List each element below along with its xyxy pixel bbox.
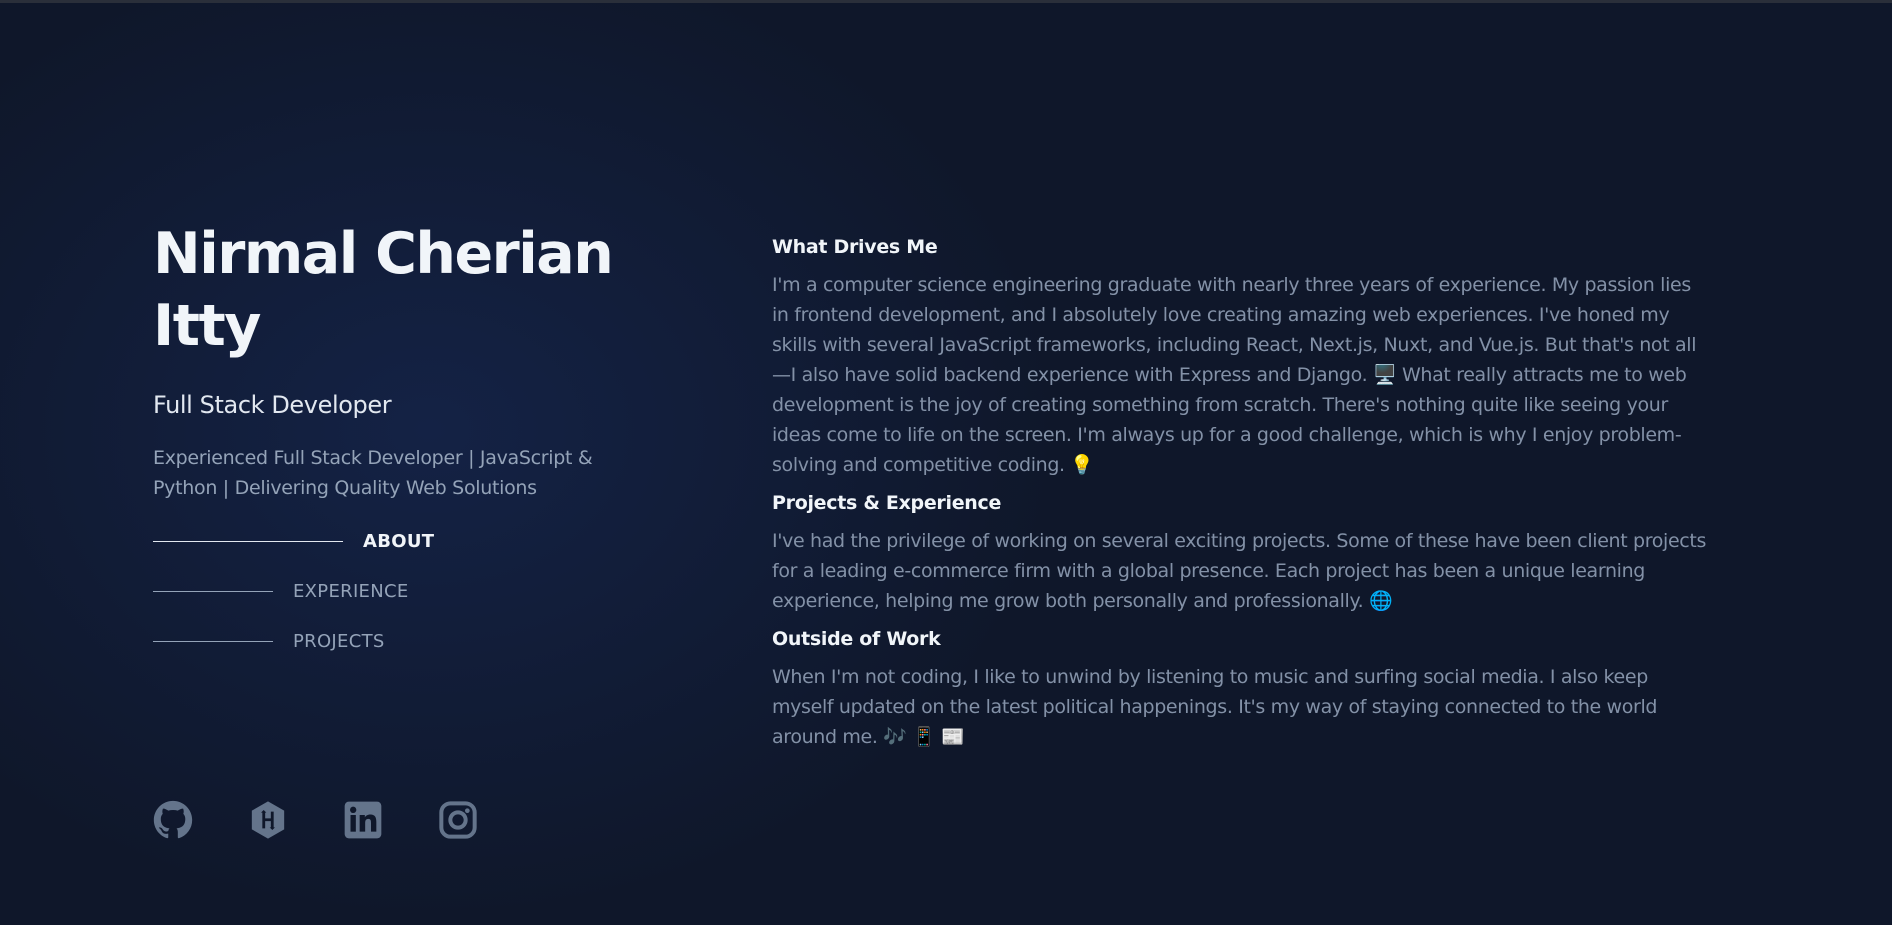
nav-item-label: EXPERIENCE xyxy=(293,580,409,602)
profile-role: Full Stack Developer xyxy=(153,391,392,419)
linkedin-icon xyxy=(344,801,382,839)
section-text-projects: I've had the privilege of working on sev… xyxy=(772,530,1707,612)
section-text-outside: When I'm not coding, I like to unwind by… xyxy=(772,666,1658,748)
profile-tagline: Experienced Full Stack Developer | JavaS… xyxy=(153,447,593,499)
nav-item-experience[interactable]: EXPERIENCE xyxy=(153,579,713,603)
linkedin-link[interactable] xyxy=(343,800,383,840)
section-title-outside: Outside of Work xyxy=(772,628,941,650)
section-title-drives: What Drives Me xyxy=(772,236,938,258)
nav-item-label: ABOUT xyxy=(363,530,435,552)
section-text-drives: I'm a computer science engineering gradu… xyxy=(772,274,1697,476)
instagram-icon xyxy=(439,801,477,839)
nav-item-label: PROJECTS xyxy=(293,630,385,652)
window-top-border xyxy=(0,0,1892,3)
nav-indicator-line xyxy=(153,590,273,592)
nav-indicator-line xyxy=(153,640,273,642)
nav-item-projects[interactable]: PROJECTS xyxy=(153,629,713,653)
github-icon xyxy=(153,800,193,839)
hackerrank-link[interactable] xyxy=(248,800,288,840)
nav-item-about[interactable]: ABOUT xyxy=(153,529,713,553)
social-links xyxy=(153,800,533,840)
section-title-projects: Projects & Experience xyxy=(772,492,1002,514)
profile-header: Nirmal Cherian Itty Full Stack Developer… xyxy=(153,218,713,679)
hackerrank-icon xyxy=(251,801,285,839)
github-link[interactable] xyxy=(153,800,193,840)
about-content: What Drives Me I'm a computer science en… xyxy=(772,232,1707,760)
instagram-link[interactable] xyxy=(438,800,478,840)
nav-indicator-line xyxy=(153,540,343,542)
profile-name: Nirmal Cherian Itty xyxy=(153,221,614,359)
section-nav: ABOUT EXPERIENCE PROJECTS xyxy=(153,529,713,653)
